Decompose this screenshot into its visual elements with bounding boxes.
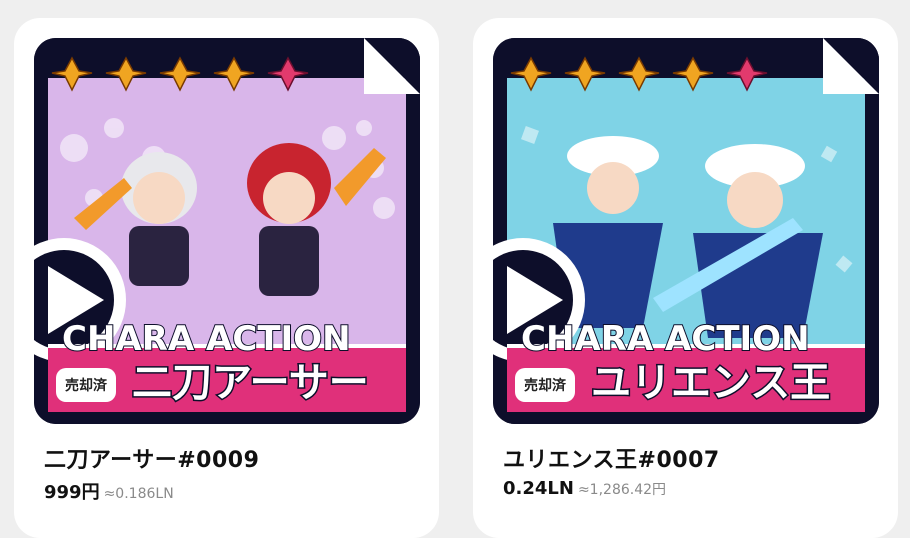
nft-title[interactable]: 二刀アーサー#0009 (44, 442, 259, 474)
overlay-label: CHARA ACTION (62, 319, 351, 359)
converted-price: ≈1,286.42円 (577, 482, 667, 498)
sold-badge: 売却済 (56, 368, 116, 402)
nft-card[interactable]: CHARA ACTION ユリエンス王 売却済 ユリエンス王#0007 0.24… (473, 18, 898, 538)
nft-card[interactable]: CHARA ACTION 二刀アーサー 売却済 二刀アーサー#0009 999円… (14, 18, 439, 538)
price-row: 999円 ≈0.186LN (44, 478, 174, 504)
overlay-label: CHARA ACTION (521, 319, 810, 359)
nft-artwork[interactable]: CHARA ACTION 二刀アーサー 売却済 (34, 38, 420, 424)
overlay-name: 二刀アーサー (132, 360, 369, 406)
artwork-illustration: CHARA ACTION 二刀アーサー (34, 38, 420, 424)
converted-price: ≈0.186LN (103, 486, 174, 502)
nft-artwork[interactable]: CHARA ACTION ユリエンス王 売却済 (493, 38, 879, 424)
artwork-illustration: CHARA ACTION ユリエンス王 (493, 38, 879, 424)
nft-title[interactable]: ユリエンス王#0007 (503, 442, 720, 474)
price-row: 0.24LN ≈1,286.42円 (503, 478, 666, 499)
price: 999円 (44, 482, 100, 503)
overlay-name: ユリエンス王 (591, 360, 830, 406)
price: 0.24LN (503, 478, 574, 499)
sold-badge: 売却済 (515, 368, 575, 402)
